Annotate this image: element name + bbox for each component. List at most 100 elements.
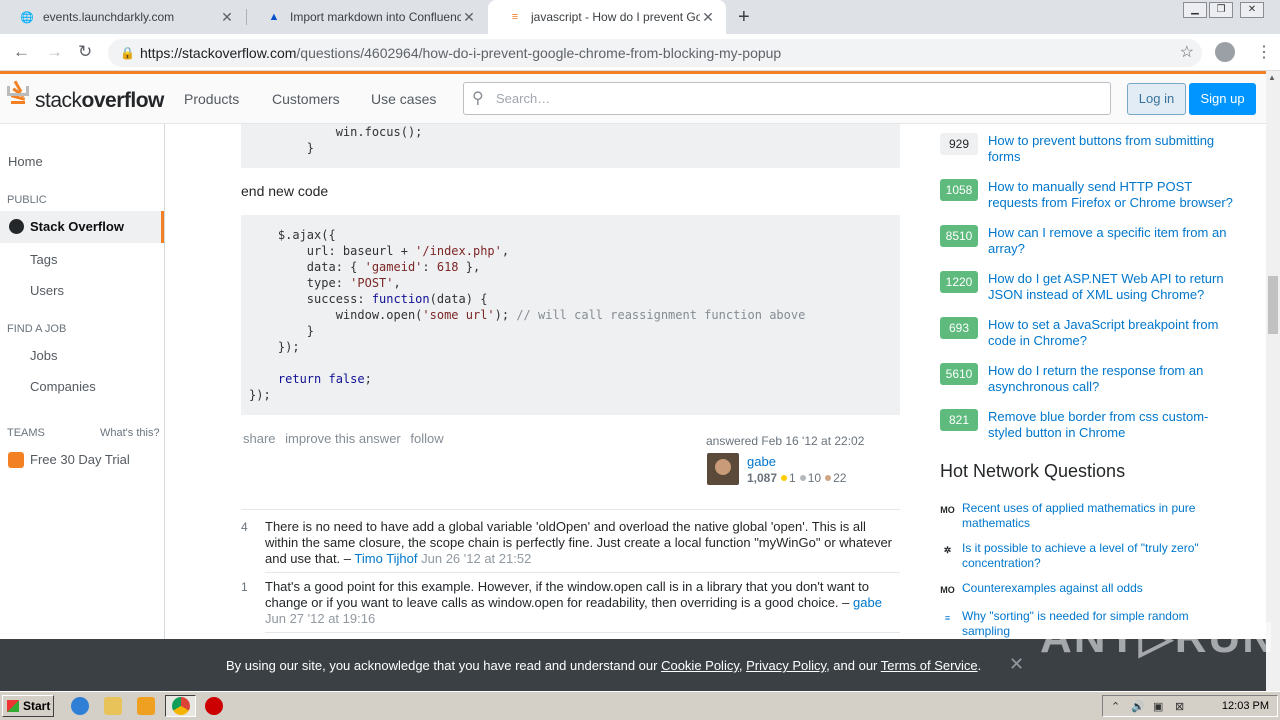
bronze-badge-icon bbox=[825, 475, 832, 481]
linked-question-link[interactable]: How to manually send HTTP POST requests … bbox=[988, 179, 1238, 211]
tab-title: javascript - How do I prevent Googl bbox=[531, 10, 700, 24]
internet-explorer-icon[interactable] bbox=[71, 697, 89, 715]
share-link[interactable]: share bbox=[243, 431, 276, 446]
login-button[interactable]: Log in bbox=[1127, 83, 1186, 115]
tray-arrow-icon[interactable]: ⌃ bbox=[1111, 700, 1120, 713]
profile-avatar-icon[interactable] bbox=[1215, 42, 1235, 62]
menu-kebab-icon[interactable]: ⋮ bbox=[1256, 42, 1272, 62]
linked-question-link[interactable]: How to set a JavaScript breakpoint from … bbox=[988, 317, 1238, 349]
comment-date: Jun 26 '12 at 21:52 bbox=[421, 551, 532, 566]
close-window-icon[interactable]: ✕ bbox=[1240, 2, 1264, 18]
nav-use-cases[interactable]: Use cases bbox=[371, 91, 436, 107]
comment-score: 1 bbox=[241, 580, 248, 594]
sidebar-item-tags[interactable]: Tags bbox=[30, 252, 57, 267]
page-scrollbar[interactable]: ▲ bbox=[1266, 71, 1280, 691]
bookmark-star-icon[interactable]: ☆ bbox=[1180, 39, 1194, 67]
sidebar-item-jobs[interactable]: Jobs bbox=[30, 348, 57, 363]
avatar[interactable] bbox=[707, 453, 739, 485]
signup-button[interactable]: Sign up bbox=[1189, 83, 1256, 115]
forward-icon[interactable]: → bbox=[46, 42, 63, 62]
question-score-badge: 693 bbox=[940, 317, 978, 339]
reload-icon[interactable]: ↻ bbox=[78, 42, 92, 62]
site-header: stackoverflow Products Customers Use cas… bbox=[0, 71, 1266, 124]
gold-badge-icon bbox=[781, 475, 788, 481]
answered-timestamp: answered Feb 16 '12 at 22:02 bbox=[706, 434, 865, 448]
stackoverflow-logo[interactable]: stackoverflow bbox=[7, 80, 164, 113]
comment-score: 4 bbox=[241, 520, 248, 534]
follow-link[interactable]: follow bbox=[410, 431, 443, 446]
restore-icon[interactable]: ❐ bbox=[1209, 2, 1233, 18]
whats-this-link[interactable]: What's this? bbox=[100, 427, 160, 439]
speaker-icon[interactable]: 🔊 bbox=[1131, 700, 1145, 713]
chrome-icon bbox=[172, 697, 190, 715]
linked-question-link[interactable]: How do I return the response from an asy… bbox=[988, 363, 1238, 395]
back-icon[interactable]: ← bbox=[13, 42, 30, 62]
nav-customers[interactable]: Customers bbox=[272, 91, 340, 107]
sidebar-item-companies[interactable]: Companies bbox=[30, 379, 96, 394]
privacy-policy-link[interactable]: Privacy Policy bbox=[746, 658, 826, 673]
atlassian-icon: ▲ bbox=[268, 11, 280, 23]
close-tab-icon[interactable]: ✕ bbox=[461, 9, 477, 26]
close-tab-icon[interactable]: ✕ bbox=[700, 9, 716, 26]
search-input[interactable]: ⚲ Search… bbox=[463, 82, 1111, 115]
question-score-badge: 929 bbox=[940, 133, 978, 155]
question-score-badge: 5610 bbox=[940, 363, 978, 385]
question-score-badge: 821 bbox=[940, 409, 978, 431]
sidebar-item-home[interactable]: Home bbox=[8, 154, 43, 169]
browser-tab-1[interactable]: 🌐 events.launchdarkly.com ✕ bbox=[0, 0, 245, 34]
post-menu: share improve this answer follow bbox=[243, 431, 450, 446]
terms-of-service-link[interactable]: Terms of Service bbox=[881, 658, 978, 673]
url-field[interactable]: 🔒 https://stackoverflow.com/questions/46… bbox=[108, 39, 1202, 67]
user-name-link[interactable]: gabe bbox=[747, 454, 776, 469]
close-icon[interactable]: ✕ bbox=[1009, 654, 1024, 675]
stackoverflow-icon: ≡ bbox=[511, 11, 519, 23]
cookie-message: By using our site, you acknowledge that … bbox=[226, 658, 982, 673]
linked-question-link[interactable]: How to prevent buttons from submitting f… bbox=[988, 133, 1238, 165]
hnq-link[interactable]: Counterexamples against all odds bbox=[962, 581, 1222, 596]
url-host: https://stackoverflow.com bbox=[140, 45, 297, 61]
close-tab-icon[interactable]: ✕ bbox=[219, 9, 235, 26]
comment-user-link[interactable]: gabe bbox=[853, 595, 882, 610]
comment-date: Jun 27 '12 at 19:16 bbox=[265, 611, 376, 626]
briefcase-icon bbox=[8, 452, 24, 468]
media-player-icon[interactable] bbox=[137, 697, 155, 715]
new-tab-icon[interactable]: + bbox=[738, 6, 750, 29]
nav-products[interactable]: Products bbox=[184, 91, 239, 107]
sidebar-item-users[interactable]: Users bbox=[30, 283, 64, 298]
improve-answer-link[interactable]: improve this answer bbox=[285, 431, 401, 446]
folder-icon[interactable] bbox=[104, 697, 122, 715]
anyrun-watermark-logo: ANY▷RUN bbox=[1040, 613, 1277, 662]
windows-logo-icon bbox=[7, 700, 19, 712]
tab-title: events.launchdarkly.com bbox=[43, 10, 175, 24]
start-button[interactable]: Start bbox=[2, 695, 54, 717]
site-mathoverflow-icon: MO bbox=[940, 585, 955, 595]
taskbar-chrome-active[interactable] bbox=[165, 695, 196, 717]
answer-text: end new code bbox=[241, 183, 329, 199]
cookie-policy-link[interactable]: Cookie Policy bbox=[661, 658, 739, 673]
minimize-icon[interactable]: ▁ bbox=[1183, 2, 1207, 18]
sidebar-item-stack-overflow[interactable]: Stack Overflow bbox=[0, 211, 164, 243]
hnq-link[interactable]: Is it possible to achieve a level of "tr… bbox=[962, 541, 1222, 571]
hnq-link[interactable]: Recent uses of applied mathematics in pu… bbox=[962, 501, 1222, 531]
comment-user-link[interactable]: Timo Tijhof bbox=[354, 551, 417, 566]
os-taskbar: Start ⌃ 🔊 ▣ ⊠ 12:03 PM bbox=[0, 691, 1280, 720]
linked-question-link[interactable]: How do I get ASP.NET Web API to return J… bbox=[988, 271, 1238, 303]
comment-body: That's a good point for this example. Ho… bbox=[265, 579, 882, 626]
search-icon: ⚲ bbox=[472, 90, 484, 107]
scroll-thumb[interactable] bbox=[1268, 276, 1278, 334]
system-tray: ⌃ 🔊 ▣ ⊠ 12:03 PM bbox=[1102, 695, 1278, 717]
security-icon[interactable]: ⊠ bbox=[1175, 700, 1184, 713]
logo-text: stackoverflow bbox=[35, 89, 164, 112]
stop-icon[interactable] bbox=[205, 697, 223, 715]
free-trial-link[interactable]: Free 30 Day Trial bbox=[30, 452, 130, 467]
globe-icon: 🌐 bbox=[20, 11, 34, 24]
browser-tab-2[interactable]: ▲ Import markdown into Confluence ✕ bbox=[247, 0, 487, 34]
linked-question-link[interactable]: How can I remove a specific item from an… bbox=[988, 225, 1238, 257]
clock: 12:03 PM bbox=[1221, 700, 1269, 712]
left-sidebar: Home PUBLIC Stack Overflow Tags Users FI… bbox=[0, 124, 165, 640]
network-icon[interactable]: ▣ bbox=[1153, 700, 1163, 713]
scroll-up-arrow-icon[interactable]: ▲ bbox=[1268, 73, 1276, 82]
code-block-partial: win.focus(); } bbox=[241, 124, 900, 168]
browser-tab-3-active[interactable]: ≡ javascript - How do I prevent Googl ✕ bbox=[488, 0, 726, 34]
linked-question-link[interactable]: Remove blue border from css custom-style… bbox=[988, 409, 1238, 441]
